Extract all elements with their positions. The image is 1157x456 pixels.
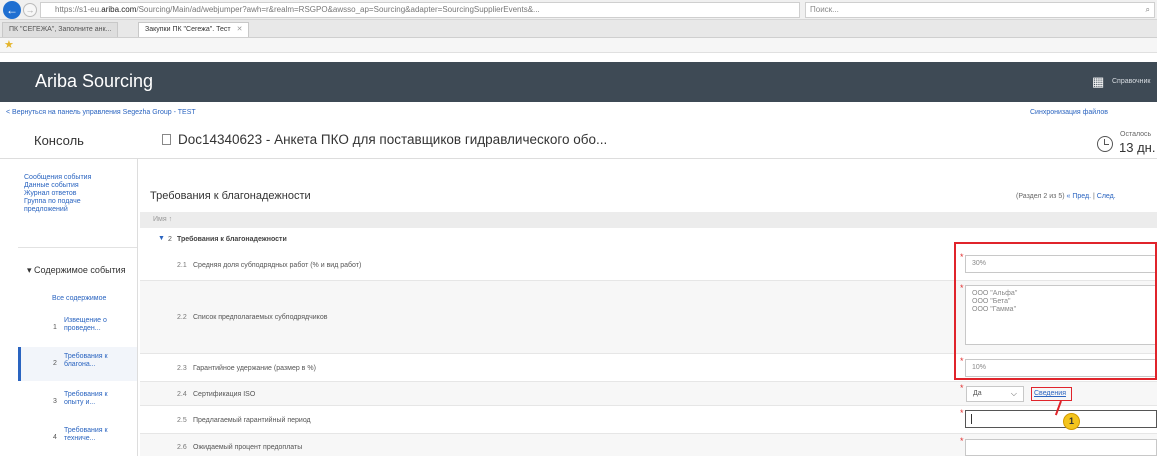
sidebar-item-3[interactable]: 3 Требования к опыту и... [18, 385, 137, 419]
warranty-period-input[interactable] [965, 410, 1157, 428]
section-title: Требования к благонадежности [150, 190, 311, 202]
doc-title-text: Doc14340623 - Анкета ПКО для поставщиков… [178, 132, 608, 147]
row-question: Гарантийное удержание (размер в %) [193, 365, 316, 372]
nav-item-label: Требования к опыту и... [64, 391, 108, 406]
app-header: Ariba Sourcing ▦ Справочник [0, 62, 1157, 102]
sync-files-link[interactable]: Синхронизация файлов [1030, 109, 1108, 116]
sidebar-item-4[interactable]: 4 Требования к техниче... [18, 421, 137, 455]
back-to-dashboard-link[interactable]: < Вернуться на панель управления Segezha… [6, 109, 196, 116]
next-section-link[interactable]: След. [1097, 193, 1116, 200]
group-title: Требования к благонадежности [177, 236, 287, 243]
row-question: Средняя доля субподрядных работ (% и вид… [193, 262, 362, 269]
browser-search-input[interactable]: Поиск... ⌕ [805, 2, 1155, 18]
sidebar-link-response-log[interactable]: Журнал ответов [24, 190, 91, 198]
apps-grid-icon[interactable]: ▦ [1092, 75, 1104, 88]
text-cursor [971, 414, 972, 424]
row-question: Сертификация ISO [193, 391, 256, 398]
url-rest: /Sourcing/Main/ad/webjumper?awh=r&realm=… [136, 5, 540, 14]
nav-item-number: 1 [53, 324, 57, 331]
required-marker: * [960, 408, 964, 418]
favorites-star-icon[interactable]: ★ [4, 39, 14, 51]
tab-label: Закупки ПК "Сегежа". Тест [145, 26, 231, 33]
sidebar-link-messages[interactable]: Сообщения события [24, 174, 91, 182]
nav-item-label: Требования к благона... [64, 353, 108, 368]
prev-section-link[interactable]: « Пред. [1067, 193, 1092, 200]
prepayment-input[interactable] [965, 439, 1157, 456]
row-number: 2.1 [177, 262, 187, 269]
event-contents-toggle[interactable]: ▾ Содержимое события [27, 265, 126, 276]
console-title: Консоль [34, 133, 84, 148]
back-arrow-icon[interactable]: ← [3, 1, 21, 19]
row-number: 2.3 [177, 365, 187, 372]
row-question: Предлагаемый гарантийный период [193, 417, 311, 424]
nav-item-number: 4 [53, 434, 57, 441]
row-number: 2.6 [177, 444, 187, 451]
nav-item-label: Извещение о проведен... [64, 317, 107, 332]
pager-separator: | [1092, 193, 1095, 200]
required-marker: * [960, 383, 964, 393]
select-value: Да [973, 390, 982, 397]
browser-tab-bar: ПК "СЕГЕЖА", Заполните анк... Закупки ПК… [0, 20, 1157, 38]
sidebar-link-event-data[interactable]: Данные события [24, 182, 91, 190]
close-icon[interactable]: ✕ [237, 26, 243, 33]
sidebar-link-team[interactable]: Группа по подаче [24, 198, 91, 206]
callout-badge: 1 [1063, 413, 1080, 430]
browser-tab-active[interactable]: Закупки ПК "Сегежа". Тест ✕ [138, 22, 250, 37]
highlight-link-box [1031, 387, 1072, 401]
address-bar[interactable]: https://s1-eu.ariba.com/Sourcing/Main/ad… [40, 2, 800, 18]
table-header: Имя ↑ [140, 212, 1157, 228]
tab-label: ПК "СЕГЕЖА", Заполните анк... [9, 26, 112, 33]
row-question: Список предполагаемых субподрядчиков [193, 314, 328, 321]
browser-tab[interactable]: ПК "СЕГЕЖА", Заполните анк... [2, 22, 119, 37]
sidebar-links: Сообщения события Данные события Журнал … [24, 174, 91, 214]
search-placeholder: Поиск... [810, 5, 839, 14]
all-contents-link[interactable]: Все содержимое [52, 295, 106, 302]
sidebar-item-2[interactable]: 2 Требования к благона... [18, 347, 137, 381]
sidebar-link-team-cont[interactable]: предложений [24, 206, 91, 214]
app-title: Ariba Sourcing [35, 71, 154, 91]
divider [18, 247, 137, 248]
search-icon[interactable]: ⌕ [1146, 3, 1150, 17]
url-domain: ariba.com [101, 5, 137, 14]
favorites-bar: ★ [0, 38, 1157, 53]
header-help-link[interactable]: Справочник [1112, 78, 1151, 85]
clock-icon [1097, 136, 1113, 152]
pager-text: (Раздел 2 из 5) [1016, 193, 1065, 200]
time-remaining-value: 13 дн. [1119, 140, 1156, 155]
sidebar: Сообщения события Данные события Журнал … [18, 159, 138, 456]
divider [0, 158, 1157, 159]
nav-item-label: Требования к техниче... [64, 427, 108, 442]
document-icon [162, 134, 171, 145]
chevron-down-icon: ⌵ [1010, 389, 1017, 398]
row-question: Ожидаемый процент предоплаты [193, 444, 303, 451]
highlight-box [954, 242, 1157, 380]
group-number: 2 [168, 236, 172, 243]
collapse-triangle-icon[interactable]: ▼ [158, 235, 165, 242]
required-marker: * [960, 436, 964, 446]
section-pager: (Раздел 2 из 5) « Пред. | След. [1016, 193, 1116, 200]
row-number: 2.2 [177, 314, 187, 321]
forward-arrow-icon[interactable]: → [23, 3, 37, 17]
page-title: Doc14340623 - Анкета ПКО для поставщиков… [162, 132, 607, 147]
time-remaining-label: Осталось [1120, 131, 1152, 138]
browser-toolbar: ← → https://s1-eu.ariba.com/Sourcing/Mai… [0, 0, 1157, 20]
nav-item-number: 3 [53, 398, 57, 405]
sidebar-item-1[interactable]: 1 Извещение о проведен... [18, 311, 137, 345]
url-prefix: https://s1-eu. [55, 5, 102, 14]
row-number: 2.4 [177, 391, 187, 398]
row-number: 2.5 [177, 417, 187, 424]
nav-item-number: 2 [53, 360, 57, 367]
column-name-sort[interactable]: Имя ↑ [153, 216, 172, 223]
iso-certification-select[interactable]: Да ⌵ [966, 386, 1024, 402]
